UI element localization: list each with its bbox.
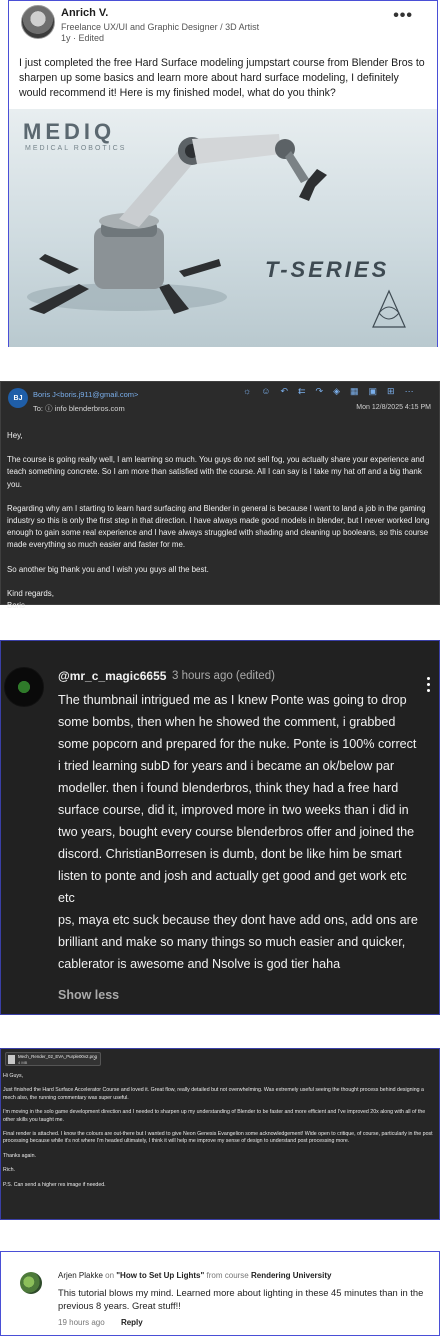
recipient-line: To: ⓘ info blenderbros.com [33, 404, 125, 413]
comment-time: 19 hours ago [58, 1318, 105, 1327]
calendar-icon[interactable]: ▦ [350, 386, 359, 397]
sender-avatar[interactable]: BJ [8, 388, 28, 408]
forward-icon[interactable]: ↷ [316, 386, 324, 397]
email-greeting: Hey, [7, 431, 23, 440]
comment-author[interactable]: Arjen Plakke [58, 1271, 103, 1280]
comment-text: The thumbnail intrigued me as I knew Pon… [58, 693, 418, 971]
reply-icon[interactable]: ↶ [280, 386, 288, 397]
comment-time[interactable]: 3 hours ago (edited) [172, 670, 275, 682]
email-paragraph: Final render is attached. I know the col… [3, 1131, 433, 1145]
email-date: Mon 12/8/2025 4:15 PM [356, 404, 431, 411]
header-from-text: from course [204, 1271, 251, 1280]
email-card-boris: BJ Boris J<boris.j911@gmail.com> To: ⓘ i… [0, 381, 440, 610]
brand-logo: MEDIQ [23, 119, 116, 144]
attachment-name: Mech_Render_02_EVA_Purple00v2.png [18, 1054, 98, 1059]
email-signature: Rich. [3, 1167, 15, 1174]
linkedin-post-card: Anrich V. Freelance UX/UI and Graphic De… [8, 0, 438, 347]
email-body: Hi Guys, Just finished the Hard Surface … [3, 1073, 437, 1196]
email-paragraph: Regarding why am I starting to learn har… [7, 503, 430, 550]
email-signature: Boris [7, 601, 25, 611]
avatar[interactable] [20, 1272, 42, 1294]
comment-footer: 19 hours ago Reply [58, 1318, 143, 1327]
attachment-size: 4 MB [18, 1060, 28, 1065]
more-options-icon[interactable]: ••• [393, 7, 413, 25]
post-text: I just completed the free Hard Surface m… [19, 57, 425, 99]
comment-header: Arjen Plakke on "How to Set Up Lights" f… [58, 1271, 331, 1280]
more-icon[interactable]: ⋯ [405, 386, 414, 397]
email-card-rich: Mech_Render_02_EVA_Purple00v2.png 4 MB ⌄… [0, 1048, 440, 1220]
course-comment-card: Arjen Plakke on "How to Set Up Lights" f… [0, 1251, 440, 1336]
lesson-link[interactable]: "How to Set Up Lights" [116, 1271, 204, 1280]
image-file-icon [8, 1055, 15, 1064]
comment-author[interactable]: @mr_c_magic6655 [58, 669, 166, 683]
email-body: Hey, The course is going really well, I … [7, 430, 437, 612]
course-link[interactable]: Rendering University [251, 1271, 331, 1280]
email-paragraph: So another big thank you and I wish you … [7, 564, 209, 574]
email-postscript: P.S. Can send a higher res image if need… [3, 1181, 106, 1188]
move-icon[interactable]: ▣ [369, 386, 378, 397]
chevron-down-icon[interactable]: ⌄ [92, 1055, 97, 1062]
header-on-text: on [102, 1271, 117, 1280]
author-title: Freelance UX/UI and Graphic Designer / 3… [61, 22, 260, 32]
lightbulb-icon[interactable]: ☼ [243, 386, 251, 397]
sender-address[interactable]: Boris J<boris.j911@gmail.com> [33, 390, 138, 399]
avatar[interactable] [21, 5, 55, 39]
email-paragraph: Thanks again. [3, 1152, 36, 1159]
more-vertical-icon[interactable] [425, 677, 431, 695]
apps-icon[interactable]: ⊞ [387, 386, 395, 397]
email-greeting: Hi Guys, [3, 1073, 24, 1079]
copilot-icon[interactable]: ◈ [333, 386, 340, 397]
email-paragraph: I'm moving in the solo game development … [3, 1109, 426, 1123]
reply-all-icon[interactable]: ⇇ [298, 386, 306, 397]
attachment-chip[interactable]: Mech_Render_02_EVA_Purple00v2.png 4 MB ⌄ [5, 1052, 101, 1066]
show-less-button[interactable]: Show less [58, 988, 119, 1002]
post-meta: 1y · Edited [61, 33, 105, 43]
email-paragraph: The course is going really well, I am le… [7, 455, 425, 489]
reply-button[interactable]: Reply [121, 1318, 143, 1327]
avatar[interactable] [4, 667, 44, 707]
email-paragraph: Just finished the Hard Surface Accelerat… [3, 1087, 424, 1101]
brand-subtitle: MEDICAL ROBOTICS [25, 145, 127, 152]
email-signoff: Kind regards, [7, 588, 54, 598]
email-toolbar: ☼ ☺ ↶ ⇇ ↷ ◈ ▦ ▣ ⊞ ⋯ [243, 386, 414, 397]
series-title: T-SERIES [265, 257, 390, 282]
emoji-icon[interactable]: ☺ [261, 386, 270, 397]
youtube-comment-card: @mr_c_magic6655 3 hours ago (edited) The… [0, 640, 440, 1015]
author-name[interactable]: Anrich V. [61, 7, 108, 19]
post-image[interactable]: MEDIQ MEDICAL ROBOTICS T-SERIES [9, 109, 437, 347]
comment-text: This tutorial blows my mind. Learned mor… [58, 1287, 424, 1311]
